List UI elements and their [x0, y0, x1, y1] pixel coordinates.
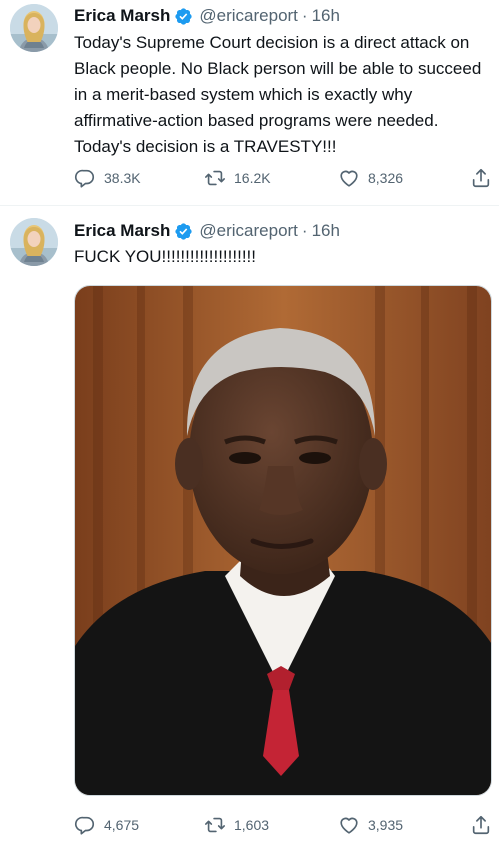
- like-button[interactable]: 8,326: [338, 164, 403, 192]
- retweet-icon: [204, 167, 226, 189]
- separator: ·: [301, 6, 308, 25]
- retweet-button[interactable]: 16.2K: [204, 164, 271, 192]
- tweet-text: Today's Supreme Court decision is a dire…: [74, 33, 482, 156]
- reply-icon: [74, 814, 96, 836]
- author-name[interactable]: Erica Marsh: [74, 221, 170, 241]
- retweet-button[interactable]: 1,603: [204, 811, 269, 839]
- reply-button[interactable]: 38.3K: [74, 164, 141, 192]
- timestamp[interactable]: 16h: [312, 6, 340, 26]
- retweet-icon: [204, 814, 226, 836]
- avatar[interactable]: [10, 218, 58, 266]
- tweet-header: Erica Marsh @ericareport · 16h: [74, 3, 340, 29]
- retweet-count: 16.2K: [234, 170, 271, 186]
- verified-badge-icon: [174, 222, 193, 241]
- tweet[interactable]: Erica Marsh @ericareport · 16h FUCK YOU!…: [0, 206, 499, 841]
- author-name[interactable]: Erica Marsh: [74, 6, 170, 26]
- share-icon: [470, 814, 492, 836]
- share-button[interactable]: [470, 164, 499, 192]
- tweet[interactable]: Erica Marsh @ericareport · 16h Today's S…: [0, 0, 499, 206]
- like-count: 8,326: [368, 170, 404, 186]
- retweet-count: 1,603: [234, 817, 270, 833]
- action-bar: 4,675 1,603 3,935: [74, 811, 492, 839]
- share-button[interactable]: [470, 811, 499, 839]
- like-button[interactable]: 3,935: [338, 811, 403, 839]
- reply-button[interactable]: 4,675: [74, 811, 139, 839]
- tweet-header: Erica Marsh @ericareport · 16h: [74, 218, 340, 244]
- reply-count: 4,675: [104, 817, 140, 833]
- action-bar: 38.3K 16.2K 8,326: [74, 164, 492, 192]
- avatar[interactable]: [10, 4, 58, 52]
- timestamp[interactable]: 16h: [312, 221, 340, 241]
- heart-icon: [338, 167, 360, 189]
- tweet-text: FUCK YOU!!!!!!!!!!!!!!!!!!!!: [74, 247, 256, 266]
- like-count: 3,935: [368, 817, 404, 833]
- share-icon: [470, 167, 492, 189]
- verified-badge-icon: [174, 7, 193, 26]
- tweet-photo[interactable]: [74, 285, 492, 796]
- separator: ·: [301, 221, 308, 240]
- author-handle[interactable]: @ericareport: [199, 221, 298, 241]
- reply-icon: [74, 167, 96, 189]
- heart-icon: [338, 814, 360, 836]
- author-handle[interactable]: @ericareport: [199, 6, 298, 26]
- reply-count: 38.3K: [104, 170, 141, 186]
